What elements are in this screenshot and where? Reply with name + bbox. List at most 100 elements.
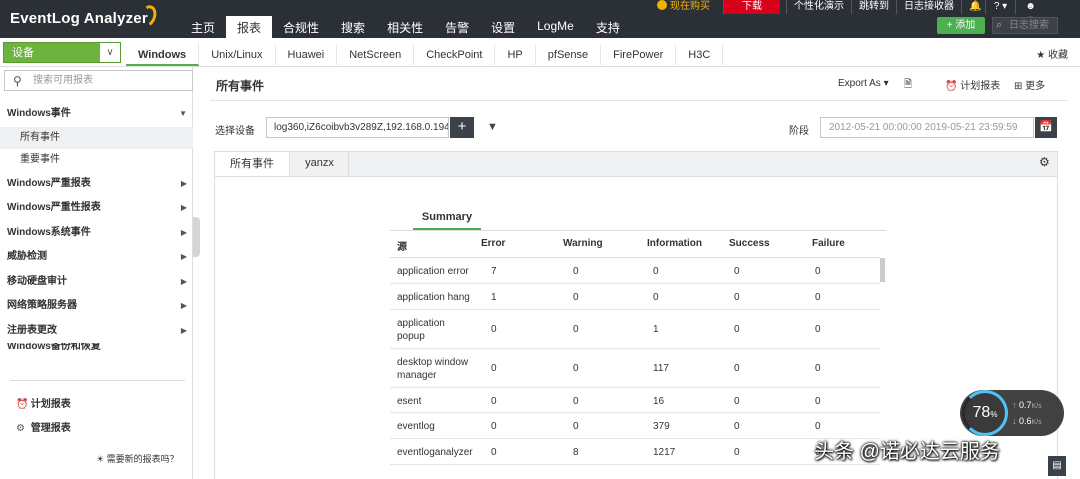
jump-to-link[interactable]: 跳转到 xyxy=(851,0,896,14)
cell-information: 1 xyxy=(653,324,659,335)
sidebar-item-windows-critical[interactable]: Windows严重报表 ▶ xyxy=(0,172,193,197)
nav-reports[interactable]: 报表 xyxy=(226,16,273,38)
sidebar-item-threat-detection[interactable]: 威胁检测 ▶ xyxy=(0,245,193,270)
tab-firepower[interactable]: FirePower xyxy=(601,45,677,65)
network-speed-widget[interactable]: 78% ↑ 0.7K/s ↓ 0.6K/s xyxy=(960,390,1064,436)
col-header-warning[interactable]: Warning xyxy=(563,238,603,249)
sidebar-item-removable-disk-audit[interactable]: 移动硬盘审计 ▶ xyxy=(0,270,193,295)
cell-source: application popup xyxy=(397,318,445,342)
nav-correlation[interactable]: 相关性 xyxy=(376,16,434,38)
log-search-input[interactable]: 日志搜索 xyxy=(992,17,1058,34)
period-input[interactable]: 2012-05-21 00:00:00 2019-05-21 23:59:59 xyxy=(820,117,1034,138)
sidebar-item-all-events[interactable]: 所有事件 xyxy=(0,126,193,149)
gear-icon: ⚙ xyxy=(16,423,25,434)
cell-source: eventloganalyzer xyxy=(397,447,473,458)
nav-alerts[interactable]: 告警 xyxy=(434,16,480,38)
arrow-down-icon: ↓ xyxy=(1012,416,1017,426)
sidebar-item-network-policy-server[interactable]: 网络策略服务器 ▶ xyxy=(0,294,193,319)
tab-checkpoint[interactable]: CheckPoint xyxy=(414,45,496,65)
add-device-button[interactable]: + xyxy=(450,117,474,138)
cell-warning: 0 xyxy=(573,396,579,407)
nav-search[interactable]: 搜索 xyxy=(330,16,376,38)
document-icon[interactable]: ▤ xyxy=(1048,456,1066,476)
sub-bar: 设备 ∨ Windows Unix/Linux Huawei NetScreen… xyxy=(0,38,1080,67)
more-button[interactable]: ⊞ 更多 xyxy=(1014,77,1045,92)
scheduled-reports-link[interactable]: ⏰ 计划报表 xyxy=(16,395,71,410)
cell-warning: 0 xyxy=(573,292,579,303)
col-header-information[interactable]: Information xyxy=(647,238,702,249)
personal-demo-link[interactable]: 个性化演示 xyxy=(786,0,851,14)
sidebar-item-windows-system-events[interactable]: Windows系统事件 ▶ xyxy=(0,221,193,246)
cell-error: 0 xyxy=(491,324,497,335)
sidebar: ⚲ 搜索可用报表 Windows事件 ▼ 所有事件 重要事件 Windows严重报… xyxy=(0,67,193,479)
col-header-failure[interactable]: Failure xyxy=(812,238,845,249)
nav-home[interactable]: 主页 xyxy=(180,16,226,38)
cell-warning: 0 xyxy=(573,363,579,374)
cell-success: 0 xyxy=(734,447,740,458)
tab-hp[interactable]: HP xyxy=(495,45,536,65)
col-header-source[interactable]: 源 xyxy=(397,238,407,253)
arrow-up-icon: ↑ xyxy=(1012,400,1017,410)
lightbulb-icon: ☀ xyxy=(96,454,105,464)
tab-h3c[interactable]: H3C xyxy=(676,45,724,65)
favorite-button[interactable]: ★ 收藏 xyxy=(1036,46,1068,61)
log-receiver-link[interactable]: 日志接收器 xyxy=(896,0,961,14)
schedule-report-button[interactable]: ⏰ 计划报表 xyxy=(945,77,1000,92)
nav-compliance[interactable]: 合规性 xyxy=(272,16,330,38)
nav-logme[interactable]: LogMe xyxy=(526,16,585,38)
user-avatar-icon[interactable]: ☻ ▾ xyxy=(1015,0,1045,25)
report-tree: Windows事件 ▼ 所有事件 重要事件 Windows严重报表 ▶ Window… xyxy=(0,102,193,353)
add-button[interactable]: + 添加 xyxy=(937,17,985,34)
filter-icon[interactable]: ▼ xyxy=(487,121,498,133)
tab-windows[interactable]: Windows xyxy=(126,43,200,66)
tab-netscreen[interactable]: NetScreen xyxy=(337,45,415,65)
select-device-input[interactable]: log360,iZ6coibvb3v289Z,192.168.0.194 xyxy=(266,117,449,138)
cell-error: 7 xyxy=(491,266,497,277)
sidebar-item-registry-changes[interactable]: 注册表更改 ▶ xyxy=(0,319,193,344)
nav-settings[interactable]: 设置 xyxy=(480,16,526,38)
page-title: 所有事件 xyxy=(216,79,265,93)
main-nav: 主页 报表 合规性 搜索 相关性 告警 设置 LogMe 支持 xyxy=(180,16,631,38)
sidebar-item-important-events[interactable]: 重要事件 xyxy=(0,149,193,172)
cell-error: 0 xyxy=(491,447,497,458)
table-scrollbar[interactable] xyxy=(880,258,885,282)
chevron-down-icon[interactable]: ∨ xyxy=(100,43,120,62)
device-type-select[interactable]: 设备 ∨ xyxy=(3,42,121,63)
summary-tab[interactable]: Summary xyxy=(413,208,481,230)
sidebar-item-windows-backup[interactable]: Windows备份和恢复 xyxy=(0,343,193,353)
nav-support[interactable]: 支持 xyxy=(585,16,631,38)
cell-source: application hang xyxy=(397,292,470,303)
cell-warning: 0 xyxy=(573,324,579,335)
cell-information: 1217 xyxy=(653,447,676,458)
cell-failure: 0 xyxy=(815,396,821,407)
sidebar-group-windows-events[interactable]: Windows事件 ▼ xyxy=(0,102,193,127)
download-button[interactable]: 下载 xyxy=(723,0,780,14)
caret-down-icon: ▼ xyxy=(179,109,187,118)
sidebar-search-input[interactable]: ⚲ 搜索可用报表 xyxy=(4,70,193,91)
sidebar-collapse-handle[interactable] xyxy=(193,217,200,257)
export-as-dropdown[interactable]: Export As ▾ xyxy=(838,78,889,89)
sidebar-item-windows-severity[interactable]: Windows严重性报表 ▶ xyxy=(0,196,193,221)
app-logo[interactable]: EventLog Analyzer xyxy=(10,10,148,27)
tab-all-events[interactable]: 所有事件 xyxy=(214,151,290,176)
watermark: 头条 @诺必达云服务 xyxy=(814,441,1000,463)
need-new-report-link[interactable]: ☀ 需要新的报表吗？ xyxy=(96,452,179,465)
cell-information: 117 xyxy=(653,363,669,374)
caret-right-icon: ▶ xyxy=(180,178,187,188)
calendar-icon[interactable]: 📅 xyxy=(1035,117,1057,138)
device-tabs: Windows Unix/Linux Huawei NetScreen Chec… xyxy=(126,43,724,66)
settings-gear-icon[interactable]: ⚙ xyxy=(1039,155,1050,169)
pdf-icon[interactable]: 🗎 xyxy=(904,77,912,94)
bell-icon[interactable]: 🔔 xyxy=(961,0,985,14)
star-icon: ★ xyxy=(1036,50,1046,61)
tab-huawei[interactable]: Huawei xyxy=(276,45,338,65)
buy-now-link[interactable]: 现在购买 xyxy=(650,0,717,14)
cell-warning: 8 xyxy=(573,447,579,458)
help-icon[interactable]: ? ▾ xyxy=(985,0,1015,14)
col-header-success[interactable]: Success xyxy=(729,238,770,249)
manage-reports-link[interactable]: ⚙ 管理报表 xyxy=(16,419,71,434)
tab-pfsense[interactable]: pfSense xyxy=(536,45,602,65)
tab-unix-linux[interactable]: Unix/Linux xyxy=(199,45,276,65)
col-header-error[interactable]: Error xyxy=(481,238,505,249)
tab-yanzx[interactable]: yanzx xyxy=(291,151,349,176)
